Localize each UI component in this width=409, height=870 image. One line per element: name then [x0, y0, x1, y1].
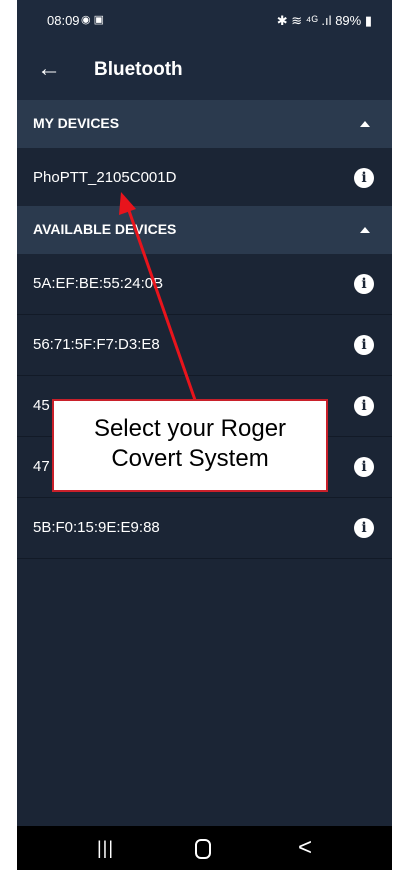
- info-icon[interactable]: i: [354, 274, 374, 294]
- callout-line-1: Select your Roger: [93, 415, 287, 442]
- collapse-caret-icon[interactable]: [360, 121, 370, 127]
- device-name: 56:71:5F:F7:D3:E8: [33, 336, 160, 353]
- my-devices-header[interactable]: MY DEVICES: [17, 100, 392, 148]
- device-row[interactable]: 5B:F0:15:9E:E9:88 i: [17, 498, 392, 559]
- page-title: Bluetooth: [94, 59, 183, 80]
- nav-back-icon[interactable]: <: [298, 834, 312, 862]
- home-icon[interactable]: [195, 839, 211, 859]
- device-name: 47: [33, 458, 50, 475]
- info-icon[interactable]: i: [354, 518, 374, 538]
- device-row[interactable]: 5A:EF:BE:55:24:0B i: [17, 254, 392, 315]
- back-arrow-icon[interactable]: ←: [37, 57, 61, 81]
- system-nav-bar: ||| <: [17, 826, 392, 870]
- status-time: 08:09: [47, 13, 80, 28]
- battery-icon: ▮: [364, 13, 372, 28]
- connectivity-icons: ✱ ≋ ⁴ᴳ .ıl: [276, 13, 332, 28]
- collapse-caret-icon[interactable]: [360, 227, 370, 233]
- section-title: MY DEVICES: [33, 115, 120, 131]
- status-right: ✱ ≋ ⁴ᴳ .ıl 89% ▮: [277, 13, 372, 29]
- device-name: 45: [33, 397, 50, 414]
- info-icon[interactable]: i: [354, 396, 374, 416]
- device-name: PhoPTT_2105C001D: [33, 169, 177, 186]
- recents-icon[interactable]: |||: [97, 838, 114, 859]
- device-name: 5B:F0:15:9E:E9:88: [33, 519, 160, 536]
- status-bar: 08:09 ◉ ▣ ✱ ≋ ⁴ᴳ .ıl 89% ▮: [17, 0, 392, 42]
- battery-level: 89%: [335, 13, 362, 28]
- available-devices-header[interactable]: AVAILABLE DEVICES: [17, 206, 392, 254]
- notification-icons: ◉ ▣: [81, 14, 105, 26]
- info-icon[interactable]: i: [354, 168, 374, 188]
- device-name: 5A:EF:BE:55:24:0B: [33, 275, 164, 292]
- device-row[interactable]: PhoPTT_2105C001D i: [17, 148, 392, 209]
- info-icon[interactable]: i: [354, 335, 374, 355]
- info-icon[interactable]: i: [354, 457, 374, 477]
- section-title: AVAILABLE DEVICES: [33, 221, 177, 237]
- device-row[interactable]: 56:71:5F:F7:D3:E8 i: [17, 315, 392, 376]
- instruction-callout: Select your Roger Covert System: [52, 399, 328, 492]
- callout-line-2: Covert System: [111, 445, 269, 472]
- app-bar: ← Bluetooth: [17, 42, 392, 100]
